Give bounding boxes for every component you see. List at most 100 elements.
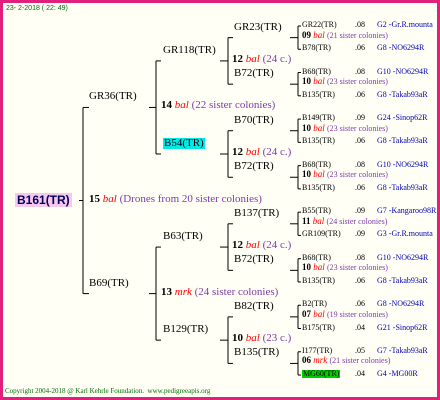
grandparent-node[interactable]: B54(TR) <box>163 137 205 149</box>
ancestor-node[interactable]: GR109(TR) <box>302 230 341 238</box>
grandparent-note: (23 c.) <box>262 332 292 345</box>
great-grandparent-node[interactable]: B135(TR) <box>234 347 279 358</box>
grandparent-node[interactable]: B129(TR) <box>163 324 208 335</box>
parent-node[interactable]: B69(TR) <box>89 277 129 289</box>
ancestor-node[interactable]: B2(TR) <box>302 300 327 308</box>
ancestor-year: .04 <box>355 322 365 332</box>
parent-number: 13 <box>161 285 172 298</box>
grandparent-number: 12 <box>232 145 243 158</box>
great-grandparent-number: 11 <box>302 215 311 226</box>
ancestor-source: G10 -NO6294R <box>377 66 429 76</box>
parent-node[interactable]: GR36(TR) <box>89 91 137 102</box>
great-grandparent-node[interactable]: B72(TR) <box>234 254 274 265</box>
great-grandparent-note: (24 sister colonies) <box>326 216 388 226</box>
grandparent-node[interactable]: GR118(TR) <box>163 44 216 56</box>
grandparent-number: 10 <box>232 332 243 345</box>
ancestor-node[interactable]: B68(TR) <box>302 67 331 76</box>
ancestor-node[interactable]: B78(TR) <box>302 44 331 52</box>
footer-copyright: Copyright 2004-2018 @ Karl Kehrle Founda… <box>5 387 211 395</box>
grandparent-note: (24 c.) <box>262 52 292 65</box>
ancestor-node[interactable]: B135(TR) <box>302 90 335 99</box>
footer-website[interactable]: www.pedigreeapis.org <box>148 387 211 395</box>
great-grandparent-annotation: 06 mrk (21 sister colonies) <box>302 356 390 365</box>
ancestor-node[interactable]: B55(TR) <box>302 207 331 215</box>
root-node[interactable]: B161(TR) <box>15 192 72 207</box>
great-grandparent-node[interactable]: B137(TR) <box>234 207 279 219</box>
grandparent-annotation: 12 bal (24 c.) <box>232 240 291 251</box>
ancestor-source: G8 -NO6294R <box>377 43 425 53</box>
ancestor-node[interactable]: B135(TR) <box>302 183 335 192</box>
ancestor-year: .06 <box>355 43 365 53</box>
great-grandparent-node[interactable]: GR23(TR) <box>234 21 282 33</box>
ancestor-source: G3 -Gr.R.mounta <box>377 229 433 239</box>
great-grandparent-node[interactable]: B82(TR) <box>234 300 274 312</box>
great-grandparent-number: 10 <box>302 76 311 87</box>
ancestor-year: .06 <box>355 136 365 146</box>
ancestor-year: .06 <box>355 182 365 192</box>
root-number: 15 <box>89 192 100 205</box>
pedigree-chart: B161(TR) 15 bal (Drones from 20 sister co… <box>0 0 440 400</box>
ancestor-source: G8 -Takab93aR <box>377 182 428 192</box>
ancestor-node[interactable]: B149(TR) <box>302 114 335 122</box>
great-grandparent-annotation: 10 bal (23 sister colonies) <box>302 77 388 86</box>
timestamp: 23- 2-2018 ( 22: 49) <box>6 5 68 12</box>
root-annotation: 15 bal (Drones from 20 sister colonies) <box>89 192 262 205</box>
grandparent-note: (24 c.) <box>262 239 292 252</box>
great-grandparent-note: (23 sister colonies) <box>327 123 388 133</box>
great-grandparent-note: (23 sister colonies) <box>327 263 388 273</box>
ancestor-year: .09 <box>355 229 365 239</box>
root-breed: bal <box>102 192 117 205</box>
grandparent-annotation: 12 bal (24 c.) <box>232 52 292 65</box>
ancestor-source: G8 -Takab93aR <box>377 275 428 285</box>
ancestor-node[interactable]: B175(TR) <box>302 323 335 332</box>
great-grandparent-breed: bal <box>312 215 325 226</box>
great-grandparent-note: (19 sister colonies) <box>327 309 388 319</box>
great-grandparent-number: 10 <box>302 122 311 133</box>
ancestor-source: G24 -Sinop62R <box>377 113 428 123</box>
ancestor-node[interactable]: B68(TR) <box>302 253 331 262</box>
ancestor-source: G21 -Sinop62R <box>377 322 428 332</box>
ancestor-node[interactable]: B135(TR) <box>302 137 335 145</box>
great-grandparent-breed: mrk <box>313 355 328 366</box>
grandparent-annotation: 10 bal (23 c.) <box>232 333 291 344</box>
great-grandparent-number: 06 <box>302 355 311 366</box>
great-grandparent-breed: bal <box>313 76 325 87</box>
great-grandparent-node[interactable]: B72(TR) <box>234 161 274 172</box>
ancestor-node[interactable]: MG60(TR) <box>302 370 341 379</box>
ancestor-node[interactable]: B135(TR) <box>302 276 335 285</box>
ancestor-node[interactable]: GR22(TR) <box>302 21 337 29</box>
ancestor-source: G8 -NO6294R <box>377 299 425 309</box>
great-grandparent-number: 07 <box>302 308 311 319</box>
great-grandparent-annotation: 10 bal (23 sister colonies) <box>302 122 388 133</box>
ancestor-source: G10 -NO6294R <box>377 252 429 262</box>
ancestor-year: .08 <box>355 159 365 169</box>
root-note: (Drones from 20 sister colonies) <box>119 192 262 205</box>
great-grandparent-number: 10 <box>302 262 311 273</box>
ancestor-year: .06 <box>355 275 365 285</box>
grandparent-note: (24 c.) <box>262 145 292 158</box>
parent-number: 14 <box>161 99 172 112</box>
parent-breed: bal <box>174 99 189 112</box>
great-grandparent-breed: bal <box>313 29 325 40</box>
parent-breed: mrk <box>174 285 192 298</box>
ancestor-source: G4 -MG00R <box>377 369 418 379</box>
ancestor-source: G10 -NO6294R <box>377 159 429 169</box>
great-grandparent-node[interactable]: B72(TR) <box>234 68 274 79</box>
ancestor-year: .09 <box>355 206 365 216</box>
parent-annotation: 14 bal (22 sister colonies) <box>161 100 275 111</box>
grandparent-annotation: 12 bal (24 c.) <box>232 145 292 158</box>
ancestor-source: G7 -Kangaroo98R <box>377 206 437 216</box>
ancestor-year: .08 <box>355 20 365 29</box>
great-grandparent-breed: bal <box>313 122 325 133</box>
parent-annotation: 13 mrk (24 sister colonies) <box>161 285 278 298</box>
great-grandparent-annotation: 11 bal (24 sister colonies) <box>302 215 388 226</box>
ancestor-year: .05 <box>355 345 365 355</box>
great-grandparent-node[interactable]: B70(TR) <box>234 114 274 126</box>
grandparent-breed: bal <box>245 239 260 252</box>
great-grandparent-annotation: 09 bal (21 sister colonies) <box>302 29 388 40</box>
grandparent-node[interactable]: B63(TR) <box>163 231 203 242</box>
ancestor-node[interactable]: B68(TR) <box>302 160 331 169</box>
great-grandparent-breed: bal <box>313 262 325 273</box>
great-grandparent-note: (23 sister colonies) <box>327 170 388 180</box>
ancestor-node[interactable]: I177(TR) <box>302 346 332 355</box>
